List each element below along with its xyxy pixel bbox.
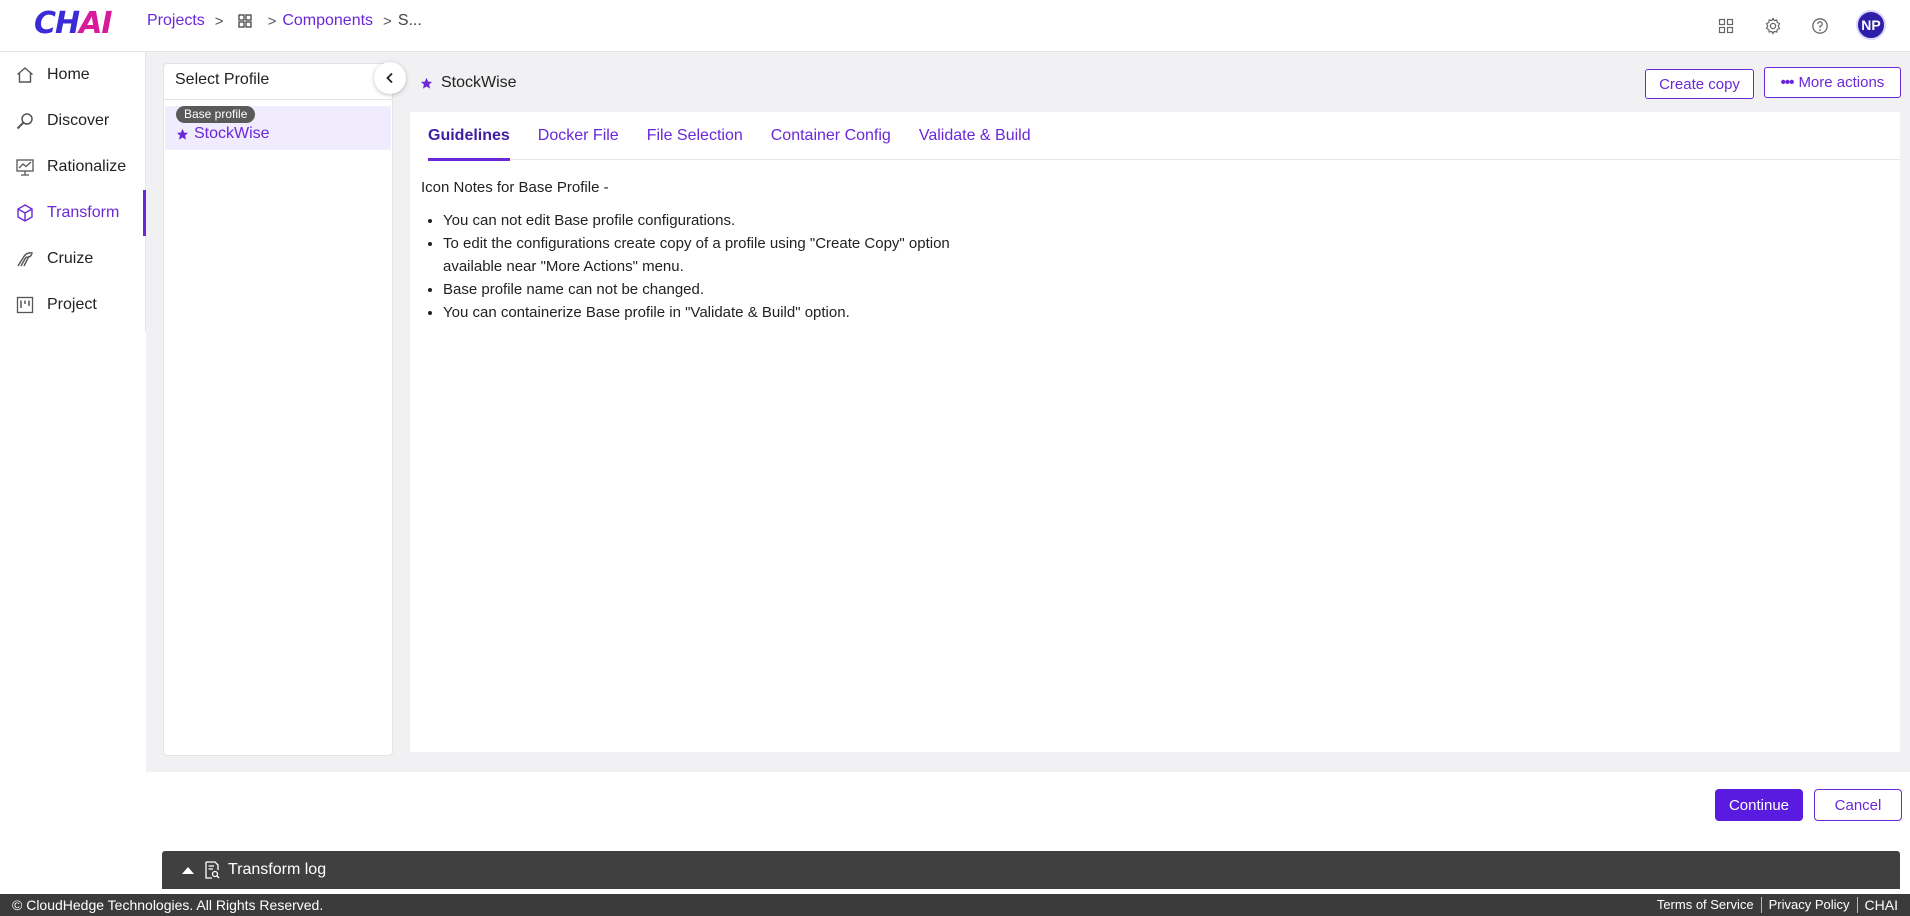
profile-title: StockWise <box>420 74 517 92</box>
profile-name-text: StockWise <box>194 125 270 142</box>
help-icon[interactable] <box>1809 15 1831 37</box>
sidebar-item-label: Cruize <box>47 250 94 267</box>
breadcrumb-current: S... <box>397 12 422 29</box>
cancel-button[interactable]: Cancel <box>1814 789 1902 821</box>
chai-logo[interactable]: CHAI <box>34 6 113 41</box>
guidelines-notes: Icon Notes for Base Profile - You can no… <box>421 176 1021 324</box>
apps-grid-icon[interactable] <box>1715 15 1737 37</box>
notes-list: You can not edit Base profile configurat… <box>421 209 1021 324</box>
continue-button[interactable]: Continue <box>1715 789 1803 821</box>
sidebar-item-discover[interactable]: Discover <box>0 98 145 144</box>
more-dots-icon: ••• <box>1780 74 1795 91</box>
log-search-icon <box>205 861 220 879</box>
sidebar-item-transform[interactable]: Transform <box>0 190 146 236</box>
sidebar: Home Discover Rationalize Transform Crui… <box>0 52 146 332</box>
cube-icon <box>15 203 35 223</box>
sidebar-item-label: Discover <box>47 112 110 129</box>
list-item: You can not edit Base profile configurat… <box>443 209 1021 232</box>
transform-log-bar[interactable]: Transform log <box>162 851 1900 889</box>
sidebar-item-label: Rationalize <box>47 158 127 175</box>
sidebar-item-home[interactable]: Home <box>0 52 145 98</box>
cruize-icon <box>15 249 35 269</box>
sidebar-item-rationalize[interactable]: Rationalize <box>0 144 145 190</box>
project-icon <box>15 295 35 315</box>
top-header: CHAI Projects > > Components > S... NP <box>0 0 1910 52</box>
star-icon <box>420 77 433 89</box>
user-avatar[interactable]: NP <box>1856 10 1886 40</box>
footer: © CloudHedge Technologies. All Rights Re… <box>0 894 1910 916</box>
transform-log-label: Transform log <box>228 861 327 878</box>
gear-icon[interactable] <box>1762 15 1784 37</box>
profile-name: StockWise <box>176 125 270 143</box>
profile-title-text: StockWise <box>441 74 517 91</box>
profile-panel-title: Select Profile <box>164 64 392 100</box>
breadcrumb-components[interactable]: Components <box>282 12 373 30</box>
main-card: Guidelines Docker File File Selection Co… <box>410 112 1900 752</box>
tab-container-config[interactable]: Container Config <box>771 112 891 160</box>
profile-list-item[interactable]: Base profile StockWise <box>165 106 391 150</box>
list-item: Base profile name can not be changed. <box>443 278 1021 301</box>
tab-validate-build[interactable]: Validate & Build <box>919 112 1031 160</box>
caret-up-icon <box>182 866 194 874</box>
home-icon <box>15 65 35 85</box>
footer-links: Terms of Service Privacy Policy CHAI <box>1650 894 1898 916</box>
chevron-left-icon <box>386 72 393 84</box>
tab-guidelines[interactable]: Guidelines <box>428 112 510 161</box>
star-icon <box>176 128 189 140</box>
tab-docker-file[interactable]: Docker File <box>538 112 619 160</box>
discover-icon <box>15 111 35 131</box>
profile-panel: Select Profile Base profile StockWise <box>163 63 393 756</box>
sidebar-item-project[interactable]: Project <box>0 282 145 328</box>
header-actions: NP <box>1715 10 1910 40</box>
sidebar-item-label: Project <box>47 296 97 313</box>
more-actions-button[interactable]: ••• More actions <box>1764 67 1901 98</box>
sidebar-item-label: Home <box>47 66 90 83</box>
sidebar-item-cruize[interactable]: Cruize <box>0 236 145 282</box>
breadcrumb-projects[interactable]: Projects <box>147 12 205 30</box>
footer-brand: CHAI <box>1864 897 1898 913</box>
chevron-right-icon: > <box>214 12 224 30</box>
list-item: You can containerize Base profile in "Va… <box>443 301 1021 324</box>
chevron-right-icon: > <box>267 12 277 30</box>
tab-file-selection[interactable]: File Selection <box>647 112 743 160</box>
privacy-link[interactable]: Privacy Policy <box>1762 897 1858 913</box>
base-profile-badge: Base profile <box>176 106 256 123</box>
more-actions-label: More actions <box>1798 74 1885 91</box>
terms-link[interactable]: Terms of Service <box>1650 897 1762 913</box>
tab-bar: Guidelines Docker File File Selection Co… <box>428 112 1900 161</box>
breadcrumb: Projects > > Components > S... <box>147 12 422 30</box>
create-copy-button[interactable]: Create copy <box>1645 69 1754 99</box>
copyright-text: © CloudHedge Technologies. All Rights Re… <box>12 897 324 913</box>
grid-icon[interactable] <box>237 14 252 28</box>
list-item: To edit the configurations create copy o… <box>443 232 1003 278</box>
rationalize-icon <box>15 157 35 177</box>
sidebar-item-label: Transform <box>47 204 120 221</box>
chevron-right-icon: > <box>383 12 392 30</box>
collapse-panel-button[interactable] <box>374 62 406 94</box>
notes-heading: Icon Notes for Base Profile - <box>421 179 609 196</box>
